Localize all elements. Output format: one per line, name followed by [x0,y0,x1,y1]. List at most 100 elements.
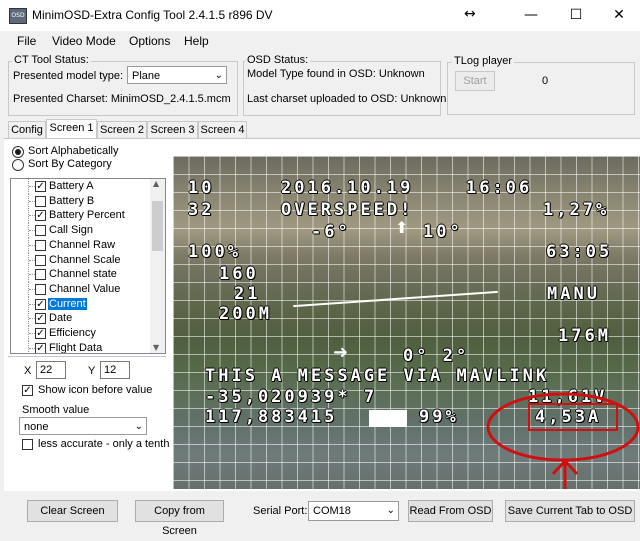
charset-uploaded-label: Last charset uploaded to OSD: Unknown [247,93,447,105]
item-label: Channel Raw [49,238,116,251]
model-type-label: Presented model type: [13,70,124,82]
item-label: Call Sign [49,224,94,237]
annotation-arrow [551,458,579,489]
model-found-label: Model Type found in OSD: Unknown [247,68,425,80]
item-label: Battery Percent [49,209,125,222]
y-input[interactable]: 12 [100,361,130,379]
list-item[interactable]: Call Sign [11,223,151,239]
annotation-ellipse [486,392,640,462]
tlog-counter: 0 [542,75,549,87]
show-icon-checkbox[interactable]: ✓ [22,385,33,396]
tlog-start-button[interactable]: Start [455,71,495,91]
list-item[interactable]: ✓ Date [11,311,151,327]
menu-help[interactable]: Help [184,34,209,48]
smooth-select[interactable]: none ⌄ [19,417,147,435]
save-to-osd-button[interactable]: Save Current Tab to OSD [505,500,635,522]
ct-status-title: CT Tool Status: [12,54,91,66]
x-value: 22 [40,364,53,376]
app-icon: OSD [9,8,27,24]
sort-category-radio[interactable] [12,159,24,171]
item-label: Battery A [49,180,94,192]
list-item[interactable]: ✓ Battery A [11,179,151,194]
read-from-osd-button[interactable]: Read From OSD [408,500,493,522]
serial-port-label: Serial Port: [253,505,308,517]
list-item[interactable]: ✓ Efficiency [11,326,151,341]
scroll-thumb[interactable] [152,201,163,251]
item-label: Current [48,297,87,310]
bottom-bar: Clear Screen Copy from Screen Serial Por… [0,492,640,537]
item-checkbox[interactable]: ✓ [35,328,46,339]
serial-port-value: COM18 [313,505,351,517]
list-item[interactable]: Channel Raw [11,237,151,253]
sort-alpha-radio[interactable] [12,146,24,158]
tab-screen-4[interactable]: Screen 4 [198,121,247,138]
smooth-label: Smooth value [22,404,90,416]
model-type-select[interactable]: Plane ⌄ [127,66,227,84]
item-label: Channel Scale [49,253,121,266]
menu-options[interactable]: Options [129,34,170,48]
x-label: X [24,365,32,377]
model-type-value: Plane [132,70,161,82]
chevron-down-icon: ⌄ [214,70,223,81]
list-scrollbar[interactable]: ▲ ▼ [150,179,165,353]
item-checkbox[interactable] [35,254,46,266]
item-label: Battery B [49,194,95,207]
menu-bar: File Video Mode Options Help [0,31,640,51]
list-item[interactable]: Channel Value [11,281,151,297]
close-button[interactable]: ✕ [598,0,640,31]
scroll-down-icon[interactable]: ▼ [153,343,159,352]
list-item[interactable]: Battery B [11,193,151,209]
window-title: MinimOSD-Extra Config Tool 2.4.1.5 r896 … [32,8,273,22]
item-label: Efficiency [49,327,96,339]
item-checkbox[interactable]: ✓ [35,342,46,353]
serial-port-select[interactable]: COM18 ⌄ [308,501,399,521]
smooth-value: none [24,421,49,433]
tab-screen-1[interactable]: Screen 1 [46,119,97,139]
resize-cursor-icon: ↔ [464,6,476,22]
item-label: Flight Data [49,341,103,354]
tlog-title: TLog player [452,55,515,67]
less-accurate-label: less accurate - only a tenth [38,438,170,450]
clear-screen-button[interactable]: Clear Screen [27,500,118,522]
minimize-button[interactable]: — [510,0,552,31]
item-checkbox[interactable] [35,283,46,295]
annotation-overlay [486,392,640,489]
tab-screen-3[interactable]: Screen 3 [147,121,198,138]
item-checkbox[interactable]: ✓ [35,210,46,222]
x-input[interactable]: 22 [36,361,66,379]
y-value: 12 [104,364,117,376]
chevron-down-icon: ⌄ [134,421,143,432]
item-label: Channel state [49,268,117,281]
item-checkbox[interactable] [35,239,46,251]
item-checkbox[interactable] [35,195,46,207]
item-checkbox[interactable] [35,225,46,237]
sort-alpha-label: Sort Alphabetically [28,145,119,157]
osd-item-list[interactable]: ✓ Battery A Battery B ✓ Battery Percent Call … [10,178,166,354]
item-checkbox[interactable]: ✓ [35,181,46,192]
list-item[interactable]: ✓ Flight Data [11,340,151,354]
item-label: Date [49,312,73,325]
y-label: Y [88,365,96,377]
copy-from-screen-button[interactable]: Copy from Screen [135,500,224,537]
item-label: Channel Value [49,282,121,295]
list-item[interactable]: Channel Scale [11,252,151,268]
chevron-down-icon: ⌄ [386,505,395,516]
tab-config[interactable]: Config [8,121,46,138]
menu-file[interactable]: File [17,34,36,48]
list-item[interactable]: ✓ Current [11,296,151,312]
list-item[interactable]: Channel state [11,267,151,283]
item-checkbox[interactable]: ✓ [35,313,46,325]
title-bar: OSD MinimOSD-Extra Config Tool 2.4.1.5 r… [0,0,640,31]
item-checkbox[interactable] [35,269,46,281]
charset-label: Presented Charset: MinimOSD_2.4.1.5.mcm [13,93,231,105]
tab-screen-2[interactable]: Screen 2 [97,121,147,138]
less-accurate-checkbox[interactable] [22,439,33,450]
item-checkbox[interactable]: ✓ [35,298,46,310]
sort-category-label: Sort By Category [28,158,112,170]
show-icon-label: Show icon before value [38,384,153,396]
list-item[interactable]: ✓ Battery Percent [11,208,151,224]
menu-video-mode[interactable]: Video Mode [52,34,116,48]
osd-preview[interactable]: 10 2016.10.19 16:06 32 OVERSPEED! 1,27% … [173,156,640,489]
scroll-up-icon[interactable]: ▲ [153,179,159,188]
maximize-button[interactable]: ☐ [555,0,597,31]
